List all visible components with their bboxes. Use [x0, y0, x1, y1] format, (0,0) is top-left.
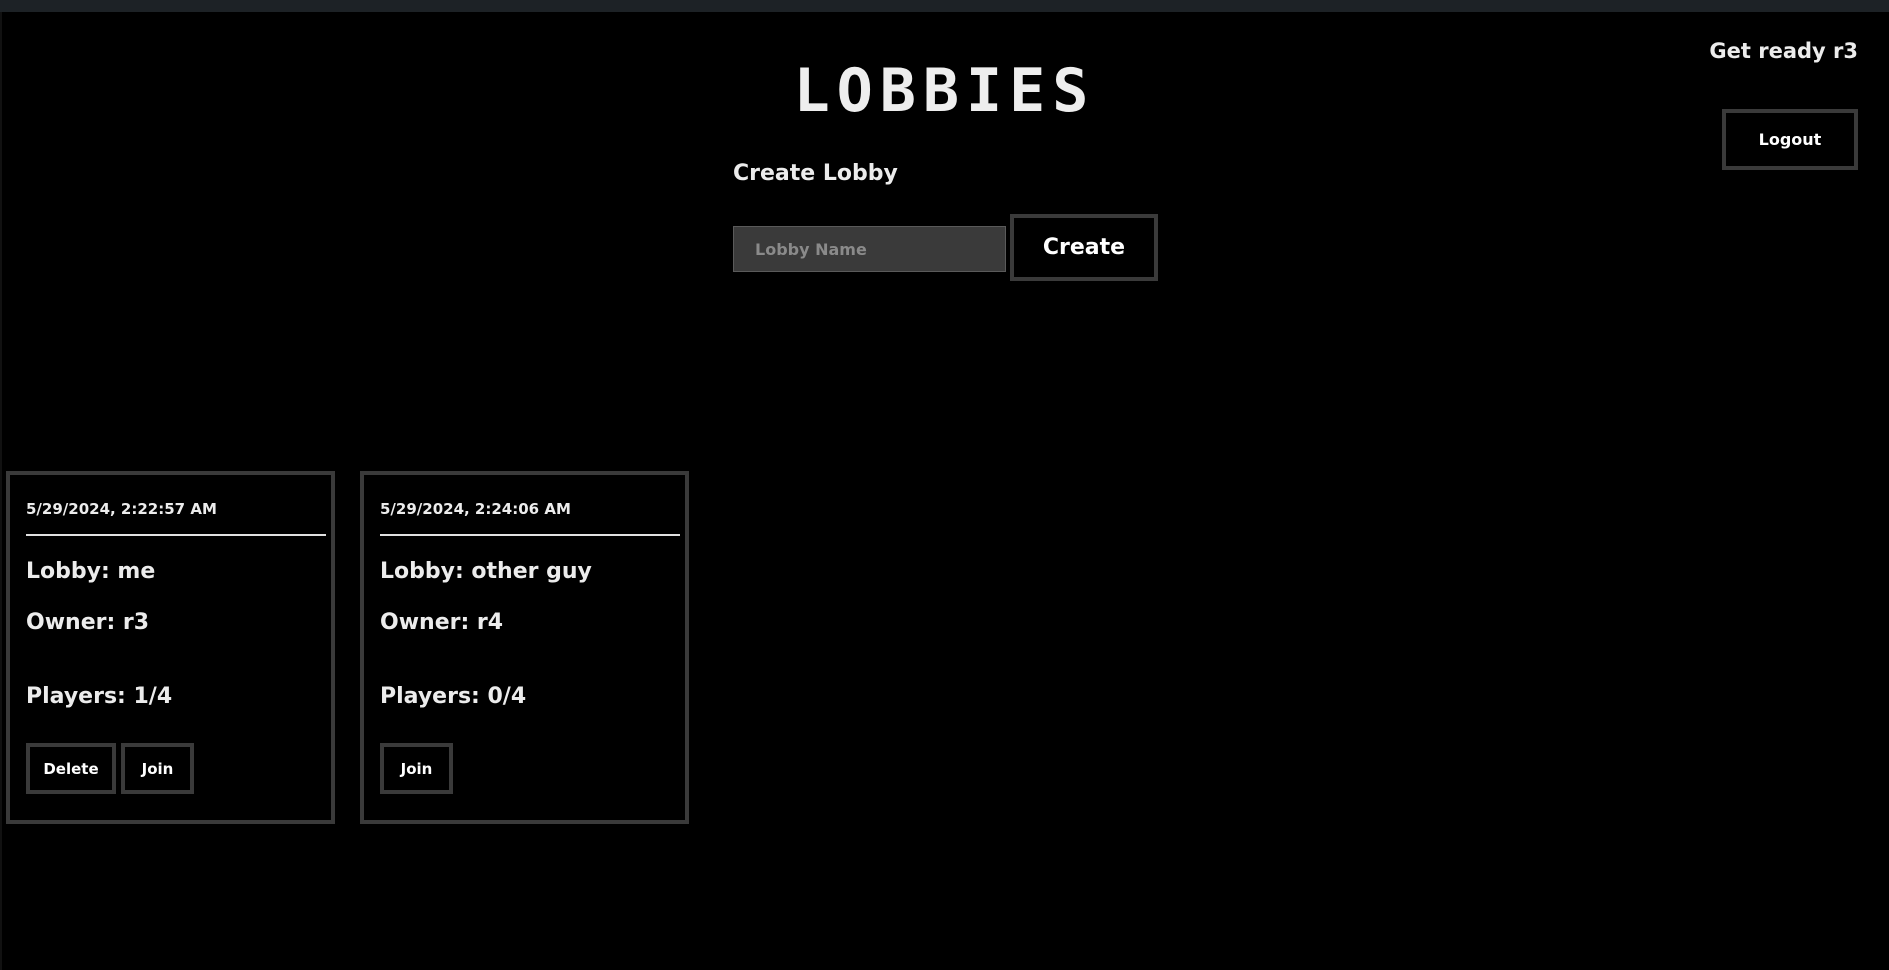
lobby-name: Lobby: other guy — [380, 559, 592, 584]
browser-top-strip — [0, 0, 1889, 12]
lobby-card: 5/29/2024, 2:24:06 AM Lobby: other guy O… — [360, 471, 689, 824]
join-lobby-button[interactable]: Join — [380, 743, 453, 794]
lobby-actions: Delete Join — [26, 743, 194, 794]
lobby-players: Players: 1/4 — [26, 684, 173, 709]
page-title: LOBBIES — [793, 56, 1096, 126]
lobby-name-input[interactable] — [733, 226, 1006, 272]
lobby-name: Lobby: me — [26, 559, 156, 584]
card-divider — [26, 534, 326, 536]
lobby-owner: Owner: r4 — [380, 610, 504, 635]
lobby-timestamp: 5/29/2024, 2:22:57 AM — [26, 500, 217, 518]
lobby-owner: Owner: r3 — [26, 610, 150, 635]
lobby-actions: Join — [380, 743, 453, 794]
join-lobby-button[interactable]: Join — [121, 743, 194, 794]
lobby-players: Players: 0/4 — [380, 684, 527, 709]
card-divider — [380, 534, 680, 536]
create-lobby-heading: Create Lobby — [733, 161, 898, 186]
lobby-card: 5/29/2024, 2:22:57 AM Lobby: me Owner: r… — [6, 471, 335, 824]
lobby-timestamp: 5/29/2024, 2:24:06 AM — [380, 500, 571, 518]
delete-lobby-button[interactable]: Delete — [26, 743, 116, 794]
create-lobby-button[interactable]: Create — [1010, 214, 1158, 281]
